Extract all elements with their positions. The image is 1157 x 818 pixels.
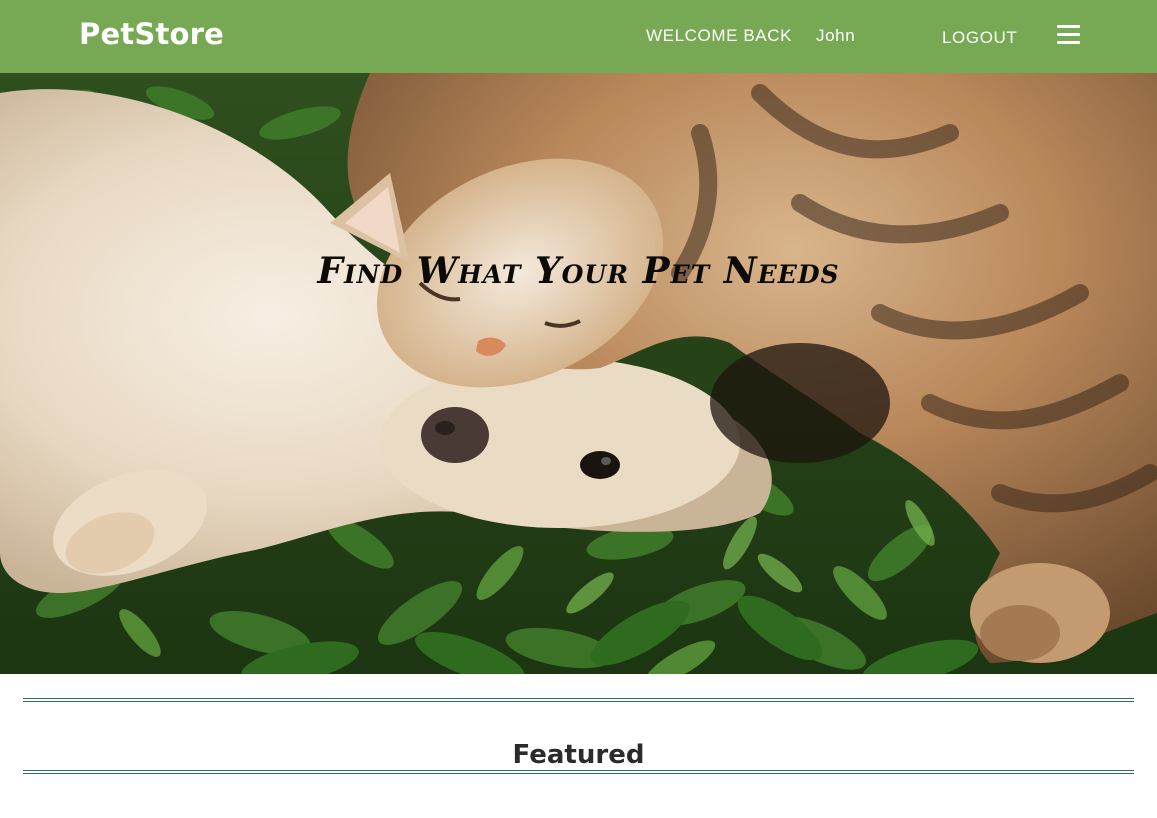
welcome-back-text: WELCOME BACK bbox=[646, 26, 793, 45]
featured-section: Featured bbox=[23, 698, 1134, 774]
section-divider bbox=[23, 770, 1134, 774]
brand-logo[interactable]: PetStore bbox=[79, 13, 224, 55]
menu-bar bbox=[1057, 41, 1080, 44]
section-divider bbox=[23, 698, 1134, 702]
hero-banner: Find What Your Pet Needs bbox=[0, 73, 1157, 674]
featured-heading: Featured bbox=[512, 739, 645, 770]
menu-bar bbox=[1057, 33, 1080, 36]
menu-bar bbox=[1057, 25, 1080, 28]
username-text: John bbox=[816, 26, 856, 45]
hamburger-menu-icon[interactable] bbox=[1057, 24, 1080, 44]
logout-link[interactable]: LOGOUT bbox=[942, 26, 1017, 50]
hero-photo bbox=[0, 73, 1157, 674]
top-navbar: PetStore WELCOME BACK John LOGOUT bbox=[0, 0, 1157, 73]
hero-headline: Find What Your Pet Needs bbox=[317, 250, 840, 293]
